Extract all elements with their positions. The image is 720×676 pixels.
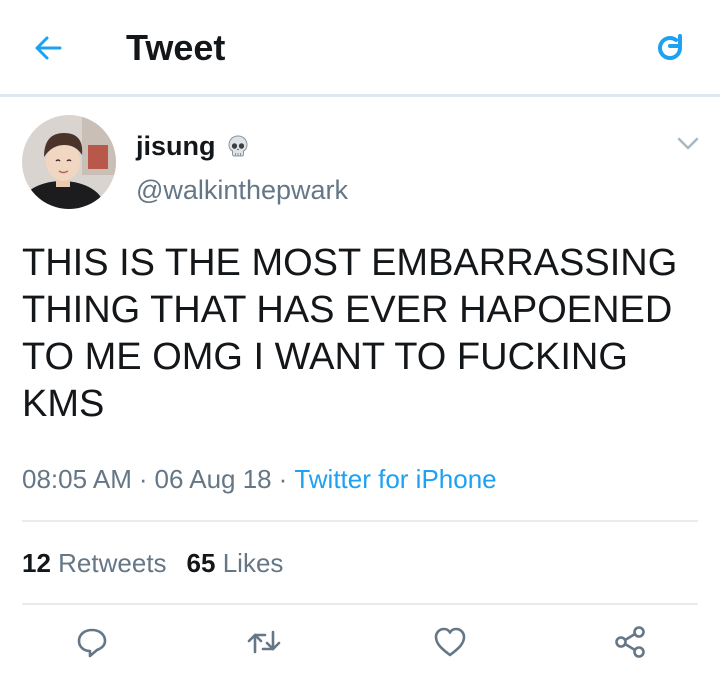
meta-separator: · (138, 464, 148, 494)
retweet-icon[interactable] (244, 622, 284, 662)
arrow-left-icon[interactable] (30, 30, 66, 66)
divider (22, 603, 698, 605)
retweets-stat[interactable]: 12 Retweets (22, 548, 167, 578)
chevron-down-icon[interactable] (676, 134, 700, 154)
tweet-time: 08:05 AM (22, 464, 132, 494)
reply-icon[interactable] (72, 622, 112, 662)
tweet-source-link[interactable]: Twitter for iPhone (294, 464, 496, 494)
meta-separator: · (278, 464, 288, 494)
page-title: Tweet (126, 27, 226, 68)
likes-count: 65 (186, 548, 216, 578)
retweets-label: Retweets (58, 548, 167, 578)
display-name-row: jisung (136, 128, 250, 164)
username[interactable]: @walkinthepwark (136, 174, 348, 206)
avatar[interactable] (22, 115, 116, 209)
skull-icon (226, 134, 250, 158)
tweet-meta: 08:05 AM · 06 Aug 18 · Twitter for iPhone (22, 462, 497, 496)
top-bar: Tweet (0, 0, 720, 96)
retweets-count: 12 (22, 548, 51, 578)
likes-stat[interactable]: 65 Likes (187, 548, 284, 578)
divider (22, 520, 698, 522)
tweet-stats: 12 Retweets 65 Likes (22, 546, 283, 580)
tweet-date: 06 Aug 18 (154, 464, 272, 494)
header-divider (0, 94, 720, 97)
like-heart-icon[interactable] (430, 622, 470, 662)
likes-label: Likes (222, 548, 284, 578)
tweet-text: THIS IS THE MOST EMBARRASSING THING THAT… (22, 242, 678, 425)
refresh-icon[interactable] (652, 30, 688, 66)
share-icon[interactable] (610, 622, 650, 662)
display-name[interactable]: jisung (136, 130, 216, 162)
